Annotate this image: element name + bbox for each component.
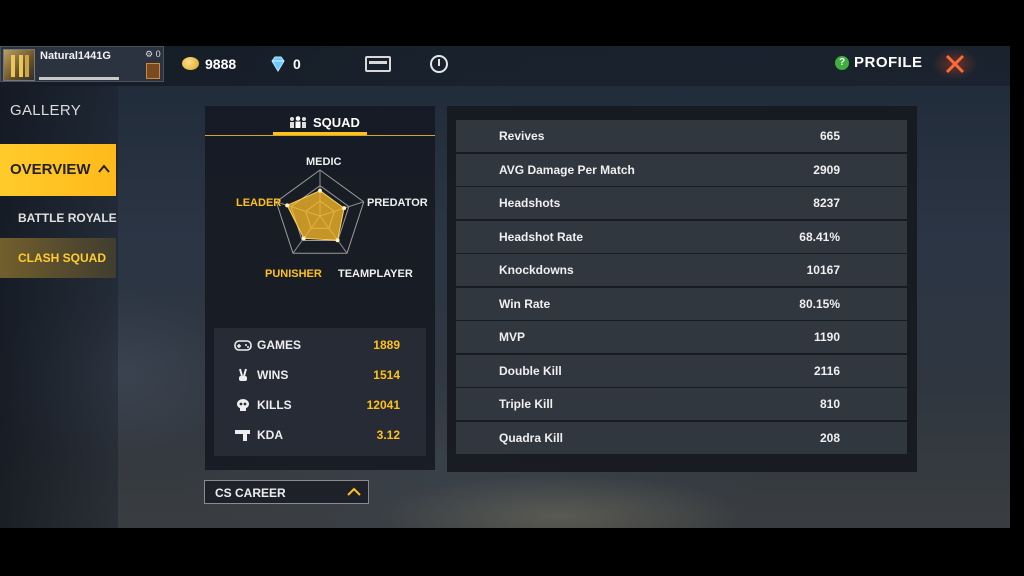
stat-label-games: GAMES	[257, 338, 302, 352]
gold-count: 9888	[205, 56, 237, 72]
close-icon	[945, 54, 965, 74]
stat-label-kda: KDA	[257, 428, 283, 442]
detail-label: Triple Kill	[499, 397, 554, 411]
profile-title: PROFILE	[854, 54, 923, 71]
radar-value-shape	[286, 190, 345, 241]
squad-title: SQUAD	[313, 115, 360, 130]
detail-label: MVP	[499, 330, 526, 344]
gamepad-icon	[234, 340, 252, 351]
player-level: ⚙ 0	[145, 49, 161, 59]
skull-icon	[237, 399, 249, 411]
player-name: Natural1441G	[40, 50, 111, 62]
stat-value-wins: 1514	[373, 368, 400, 382]
gauge-icon[interactable]	[430, 55, 448, 73]
diamond-count: 0	[293, 56, 301, 72]
detail-value: 10167	[806, 263, 840, 277]
top-bar: Natural1441G ⚙ 0 9888 0 ? PROFILE	[0, 46, 1010, 86]
radar-axis-punisher: PUNISHER	[265, 268, 322, 280]
stat-row-kills: KILLS 12041	[214, 394, 426, 418]
nav-item-clash-squad-label: CLASH SQUAD	[18, 251, 107, 265]
detail-value: 8237	[813, 196, 840, 210]
gold-coin-icon	[182, 57, 199, 70]
nav-item-battle-royale[interactable]: BATTLE ROYALE	[18, 211, 117, 225]
diamond-icon	[271, 56, 285, 72]
detail-label: AVG Damage Per Match	[499, 163, 635, 177]
radar-value-point	[335, 238, 340, 243]
detail-label: Win Rate	[499, 297, 551, 311]
player-level-value: 0	[155, 49, 161, 59]
chevron-up-icon	[347, 487, 361, 496]
radar-axis-medic: MEDIC	[306, 156, 342, 168]
stat-value-kda: 3.12	[376, 428, 400, 442]
detail-label: Knockdowns	[499, 263, 574, 277]
detail-row-avg-damage: AVG Damage Per Match 2909	[456, 154, 907, 186]
detail-value: 208	[819, 431, 840, 445]
detail-label: Quadra Kill	[499, 431, 564, 445]
radar-value-point	[301, 236, 306, 241]
radar-chart	[275, 169, 365, 254]
help-icon[interactable]: ?	[835, 56, 849, 70]
detail-value: 665	[819, 129, 840, 143]
nav-item-gallery[interactable]: GALLERY	[10, 102, 81, 119]
detail-label: Revives	[499, 129, 545, 143]
nav-item-clash-squad[interactable]: CLASH SQUAD	[0, 238, 116, 278]
pistol-icon	[235, 430, 250, 441]
squad-icon	[290, 116, 306, 128]
detail-label: Double Kill	[499, 364, 562, 378]
radar-value-point	[318, 188, 322, 193]
detail-label: Headshots	[499, 196, 561, 210]
squad-stats-box: GAMES 1889 WINS 1514 KILLS 12041 KDA 3.1…	[214, 328, 426, 456]
avatar[interactable]	[3, 49, 35, 81]
nav-item-overview[interactable]: OVERVIEW	[0, 144, 116, 196]
detail-row-knockdowns: Knockdowns 10167	[456, 254, 907, 286]
detail-row-mvp: MVP 1190	[456, 321, 907, 353]
detail-row-double-kill: Double Kill 2116	[456, 355, 907, 387]
radar-value-point	[285, 203, 290, 208]
stat-label-kills: KILLS	[257, 398, 292, 412]
detail-label: Headshot Rate	[499, 230, 584, 244]
detail-row-triple-kill: Triple Kill 810	[456, 388, 907, 420]
detail-row-headshot-rate: Headshot Rate 68.41%	[456, 221, 907, 253]
career-dropdown[interactable]: CS CAREER	[204, 480, 369, 504]
detail-row-revives: Revives 665	[456, 120, 907, 152]
radar-axis-leader: LEADER	[236, 197, 282, 209]
career-dropdown-value: CS CAREER	[215, 486, 286, 500]
detail-row-headshots: Headshots 8237	[456, 187, 907, 219]
detail-row-win-rate: Win Rate 80.15%	[456, 288, 907, 320]
stat-row-kda: KDA 3.12	[214, 424, 426, 448]
detail-value: 68.41%	[799, 230, 840, 244]
stat-row-wins: WINS 1514	[214, 364, 426, 388]
chevron-up-icon	[98, 164, 110, 173]
stat-value-kills: 12041	[366, 398, 400, 412]
player-card[interactable]: Natural1441G ⚙ 0	[0, 46, 164, 82]
stat-value-games: 1889	[373, 338, 400, 352]
detail-value: 2909	[813, 163, 840, 177]
nav-item-overview-label: OVERVIEW	[10, 161, 91, 178]
radar-value-point	[342, 206, 347, 211]
stat-row-games: GAMES 1889	[214, 334, 426, 358]
squad-tab[interactable]: SQUAD	[205, 106, 435, 136]
detail-value: 810	[819, 397, 840, 411]
stat-label-wins: WINS	[257, 368, 289, 382]
detail-value: 80.15%	[799, 297, 840, 311]
detailed-stats-panel: Revives 665 AVG Damage Per Match 2909 He…	[447, 106, 917, 472]
radar-axis-predator: PREDATOR	[367, 197, 428, 209]
radar-axis-teamplayer: TEAMPLAYER	[338, 268, 413, 280]
detail-value: 1190	[813, 330, 840, 344]
close-button[interactable]	[932, 48, 978, 80]
detail-row-quadra-kill: Quadra Kill 208	[456, 422, 907, 454]
xp-bar	[39, 77, 119, 80]
rank-badge-icon	[146, 63, 160, 79]
victory-hand-icon	[239, 368, 247, 381]
squad-tab-underline	[273, 132, 367, 135]
card-icon[interactable]	[365, 56, 391, 72]
squad-panel: SQUAD MEDIC PREDATOR TEAMPLAYER PUNISHER…	[205, 106, 435, 470]
detail-value: 2116	[813, 364, 840, 378]
